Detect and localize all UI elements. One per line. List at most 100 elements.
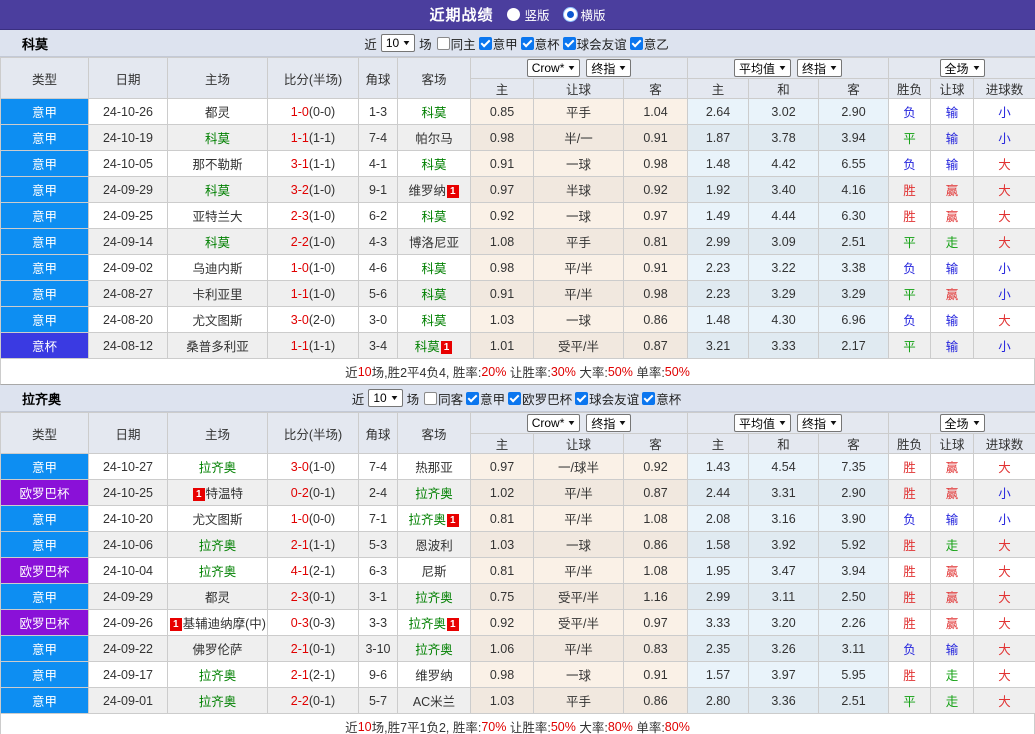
result-winloss: 胜 [888,531,932,558]
avg-away-odds: 6.30 [817,202,890,229]
average-select[interactable]: 平均值 ▼ [734,414,791,432]
fulltime-score: 1-0 [290,260,309,275]
halftime-score: (1-1) [308,338,336,353]
rounds-select[interactable]: 10 ▼ [380,34,416,52]
handicap-away-odds: 1.04 [623,98,688,125]
result-handicap: 输 [930,254,975,281]
match-row: 欧罗巴杯 24-09-26 1 基辅迪纳摩(中) 0-3(0-3) 3-3 拉齐奥… [0,609,1035,636]
result-group-header: 全场 ▼ [888,412,1035,434]
handicap-index-select[interactable]: 终指 ▼ [586,59,632,77]
avg-away-odds: 3.11 [817,635,890,662]
result-goals: 大 [973,202,1035,229]
result-handicap: 输 [930,150,975,177]
match-row: 欧罗巴杯 24-10-04 拉齐奥 4-1(2-1) 6-3 尼斯 0.81 平… [0,557,1035,584]
red-card-badge: 1 [170,618,182,631]
result-goals: 大 [973,150,1035,177]
rounds-select[interactable]: 10 ▼ [368,389,403,407]
layout-radio-horizontal[interactable]: 横版 [563,5,606,24]
fulltime-score: 2-2 [290,234,309,249]
avg-home-odds: 2.64 [687,98,749,125]
result-winloss: 负 [888,306,932,333]
summary-segment: 80% [664,719,690,734]
red-card-badge: 1 [192,488,205,501]
home-team: 1 基辅迪纳摩(中) [167,609,268,636]
fulltime-score: 1-1 [290,286,309,301]
match-date: 24-10-04 [88,557,168,584]
away-team: 科莫 [397,280,471,307]
corner-count: 2-4 [358,479,398,506]
handicap-home-odds: 0.97 [470,176,534,203]
handicap-away-odds: 0.91 [623,124,688,151]
avg-away-odds: 6.96 [817,306,890,333]
corner-count: 7-4 [358,453,398,480]
summary-segment: 单率: [632,721,665,734]
result-winloss: 平 [888,687,932,714]
league-type-cell: 意甲 [0,453,89,480]
avg-away-odds: 5.92 [817,531,890,558]
average-index-select[interactable]: 终指 ▼ [797,414,842,432]
bookmaker-select[interactable]: Crow* ▼ [526,414,581,432]
result-handicap: 赢 [930,609,975,636]
league-checkbox-0[interactable] [466,391,480,405]
scope-select[interactable]: 全场 ▼ [939,414,985,432]
result-winloss: 平 [888,280,932,307]
avg-draw-odds: 3.29 [748,280,819,307]
avg-draw-odds: 3.78 [748,124,819,151]
avg-home-odds: 1.92 [687,176,749,203]
avg-away-odds: 2.51 [817,687,890,714]
score-cell: 1-1(1-0) [267,280,359,307]
result-goals: 大 [973,583,1035,610]
league-checkbox-1[interactable] [520,36,534,50]
result-handicap: 输 [930,306,975,333]
handicap-away-odds: 0.83 [623,635,688,662]
result-handicap: 赢 [930,202,975,229]
league-checkbox-2[interactable] [575,391,589,405]
summary-segment: 单率: [632,366,665,380]
handicap-line: 一球 [533,661,624,688]
avg-home-odds: 1.58 [687,531,749,558]
chevron-down-icon: ▼ [389,394,399,402]
radio-horizontal-label: 横版 [580,9,606,23]
handicap-index-select[interactable]: 终指 ▼ [586,414,632,432]
away-team: 科莫 [397,202,471,229]
average-select[interactable]: 平均值 ▼ [734,59,791,77]
league-checkbox-3[interactable] [642,391,656,405]
away-team: 拉齐奥 [397,479,471,506]
lazio-summary: 近 10 场,胜7平1负2, 胜率: 70% 让胜率: 50% 大率: 80% 单率: 80… [0,714,1035,734]
corner-count: 3-3 [358,609,398,636]
avg-home-odds: 1.48 [687,306,749,333]
avg-draw-odds: 4.44 [748,202,819,229]
sub-header-avg-away: 客 [817,78,890,99]
team-label: 拉齐奥 [198,539,237,553]
league-checkbox-1[interactable] [508,391,522,405]
handicap-line: 平手 [533,687,624,714]
fulltime-score: 3-1 [290,156,309,171]
result-winloss: 胜 [888,202,932,229]
team-label: 乌迪内斯 [192,262,243,276]
bookmaker-select[interactable]: Crow* ▼ [526,59,581,77]
result-handicap: 赢 [930,479,975,506]
league-checkbox-2[interactable] [562,36,576,50]
avg-home-odds: 3.21 [687,332,749,359]
team-label: AC米兰 [412,695,456,709]
team-label: 卡利亚里 [192,288,243,302]
fulltime-score: 1-0 [290,104,309,119]
scope-select[interactable]: 全场 ▼ [939,59,985,77]
league-checkbox-3[interactable] [629,36,643,50]
handicap-away-odds: 1.08 [623,505,688,532]
result-handicap: 输 [930,98,975,125]
same-venue-checkbox[interactable] [424,391,438,405]
halftime-score: (1-0) [308,260,336,275]
sub-header-handicap-away: 客 [623,78,688,99]
match-row: 欧罗巴杯 24-10-25 1 特温特 0-2(0-1) 2-4 拉齐奥 1.02… [0,479,1035,506]
average-index-select[interactable]: 终指 ▼ [797,59,842,77]
result-winloss: 胜 [888,453,932,480]
layout-radio-vertical[interactable]: 竖版 [507,5,550,24]
sub-header-handicap-line: 让球 [533,433,624,454]
match-row: 意甲 24-09-25 亚特兰大 2-3(1-0) 6-2 科莫 0.92 一球… [0,202,1035,229]
league-checkbox-0[interactable] [478,36,492,50]
league-label-2: 球会友谊 [589,392,640,407]
same-venue-checkbox[interactable] [436,36,450,50]
red-card-badge: 1 [446,618,459,631]
avg-away-odds: 7.35 [817,453,890,480]
